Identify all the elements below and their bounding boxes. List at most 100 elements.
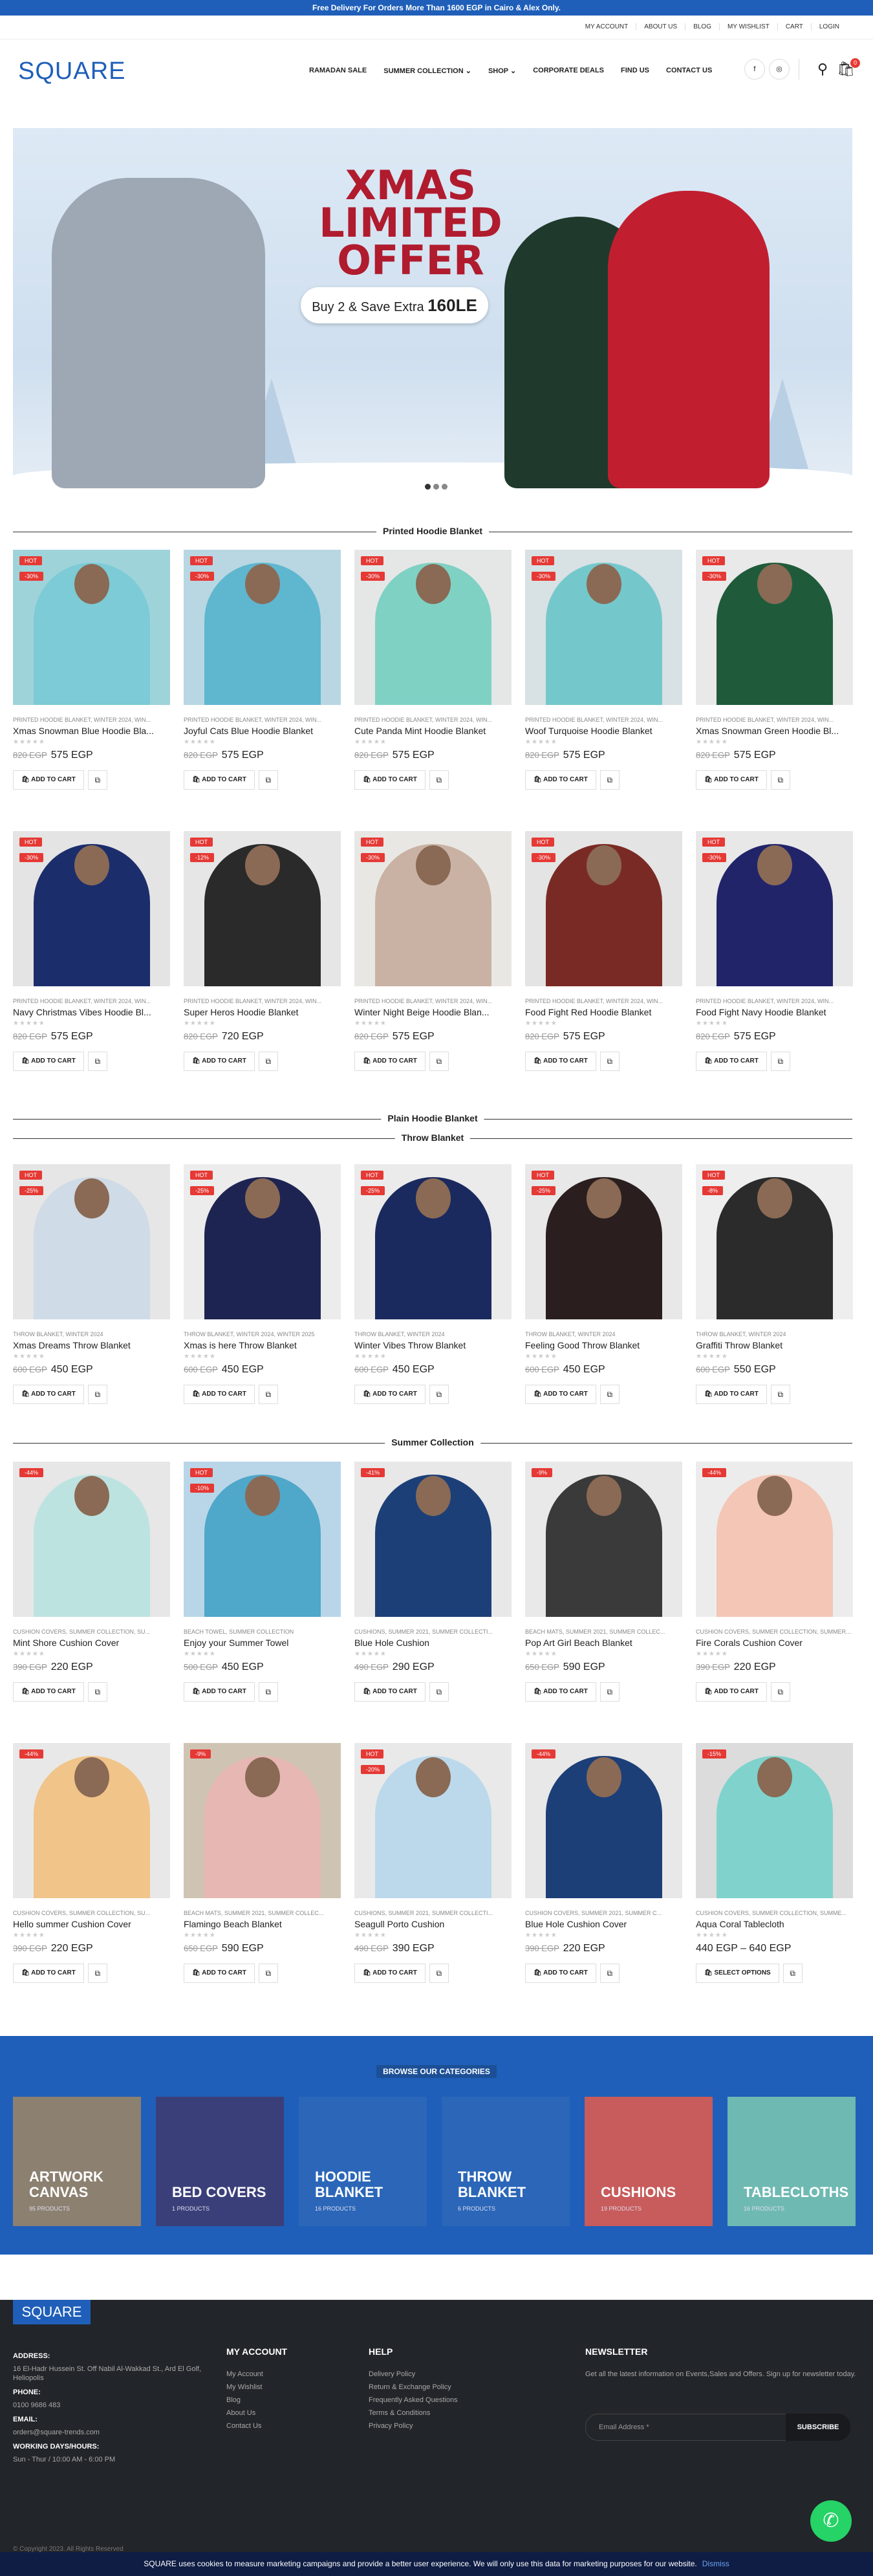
quick-view-icon[interactable]: ⧉ bbox=[599, 1385, 620, 1404]
product-name[interactable]: Food Fight Navy Hoodie Blanket bbox=[696, 1007, 853, 1017]
product-card[interactable]: HOT -30% PRINTED HOODIE BLANKET, WINTER 20… bbox=[13, 831, 170, 1071]
product-card[interactable]: HOT -8% THROW BLANKET, WINTER 2024 Graffiti… bbox=[696, 1164, 853, 1404]
footer-account-link[interactable]: My Wishlist bbox=[226, 2383, 356, 2392]
product-name[interactable]: Winter Night Beige Hoodie Blan... bbox=[354, 1007, 512, 1017]
footer-account-link[interactable]: About Us bbox=[226, 2408, 356, 2418]
product-categories[interactable]: PRINTED HOODIE BLANKET, WINTER 2024, WIN… bbox=[354, 998, 512, 1004]
category-tile[interactable]: TABLECLOTHS 16 PRODUCTS bbox=[727, 2097, 856, 2226]
product-name[interactable]: Blue Hole Cushion Cover bbox=[525, 1919, 682, 1929]
product-name[interactable]: Enjoy your Summer Towel bbox=[184, 1638, 341, 1648]
footer-help-link[interactable]: Terms & Conditions bbox=[369, 2408, 530, 2418]
slider-dot[interactable] bbox=[442, 484, 447, 490]
add-to-cart-button[interactable]: 🛍 ADD TO CART bbox=[13, 770, 84, 790]
cart-icon[interactable]: 🛍 0 bbox=[837, 58, 860, 78]
category-tile[interactable]: BED COVERS 1 PRODUCTS bbox=[156, 2097, 284, 2226]
product-categories[interactable]: PRINTED HOODIE BLANKET, WINTER 2024, WIN… bbox=[13, 717, 170, 723]
product-categories[interactable]: THROW BLANKET, WINTER 2024 bbox=[354, 1331, 512, 1337]
nav-item[interactable]: FIND US bbox=[621, 67, 649, 75]
product-name[interactable]: Hello summer Cushion Cover bbox=[13, 1919, 170, 1929]
category-tile[interactable]: THROW BLANKET 6 PRODUCTS bbox=[442, 2097, 570, 2226]
product-card[interactable]: HOT -30% PRINTED HOODIE BLANKET, WINTER 20… bbox=[525, 831, 682, 1071]
product-categories[interactable]: CUSHION COVERS, SUMMER 2021, SUMMER C... bbox=[525, 1910, 682, 1916]
quick-view-icon[interactable]: ⧉ bbox=[258, 1385, 278, 1404]
quick-view-icon[interactable]: ⧉ bbox=[599, 1682, 620, 1702]
facebook-icon[interactable]: f bbox=[744, 59, 765, 80]
product-card[interactable]: -44% CUSHION COVERS, SUMMER COLLECTION, S… bbox=[13, 1462, 170, 1702]
nav-item[interactable]: SUMMER COLLECTION ⌄ bbox=[383, 67, 471, 75]
product-image[interactable]: HOT -25% bbox=[13, 1164, 170, 1319]
product-name[interactable]: Fire Corals Cushion Cover bbox=[696, 1638, 853, 1648]
product-image[interactable]: HOT -30% bbox=[525, 550, 682, 705]
product-categories[interactable]: BEACH MATS, SUMMER 2021, SUMMER COLLEC..… bbox=[184, 1910, 341, 1916]
product-image[interactable]: -41% bbox=[354, 1462, 512, 1617]
quick-view-icon[interactable]: ⧉ bbox=[87, 1682, 107, 1702]
product-card[interactable]: HOT -12% PRINTED HOODIE BLANKET, WINTER 20… bbox=[184, 831, 341, 1071]
add-to-cart-button[interactable]: 🛍 ADD TO CART bbox=[525, 770, 596, 790]
add-to-cart-button[interactable]: 🛍 ADD TO CART bbox=[354, 1964, 426, 1983]
quick-view-icon[interactable]: ⧉ bbox=[599, 1964, 620, 1983]
footer-account-link[interactable]: Contact Us bbox=[226, 2421, 356, 2430]
product-name[interactable]: Winter Vibes Throw Blanket bbox=[354, 1340, 512, 1350]
product-categories[interactable]: BEACH TOWEL, SUMMER COLLECTION bbox=[184, 1629, 341, 1635]
product-categories[interactable]: THROW BLANKET, WINTER 2024 bbox=[525, 1331, 682, 1337]
product-name[interactable]: Navy Christmas Vibes Hoodie Bl... bbox=[13, 1007, 170, 1017]
quick-view-icon[interactable]: ⧉ bbox=[258, 770, 278, 790]
product-name[interactable]: Pop Art Girl Beach Blanket bbox=[525, 1638, 682, 1648]
footer-help-link[interactable]: Return & Exchange Policy bbox=[369, 2383, 530, 2392]
search-icon[interactable]: ⚲ bbox=[817, 61, 828, 78]
product-categories[interactable]: PRINTED HOODIE BLANKET, WINTER 2024, WIN… bbox=[184, 998, 341, 1004]
product-name[interactable]: Feeling Good Throw Blanket bbox=[525, 1340, 682, 1350]
product-card[interactable]: -9% BEACH MATS, SUMMER 2021, SUMMER COLLE… bbox=[525, 1462, 682, 1702]
add-to-cart-button[interactable]: 🛍 ADD TO CART bbox=[696, 770, 767, 790]
add-to-cart-button[interactable]: 🛍 ADD TO CART bbox=[354, 1385, 426, 1404]
product-categories[interactable]: PRINTED HOODIE BLANKET, WINTER 2024, WIN… bbox=[184, 717, 341, 723]
product-name[interactable]: Xmas Snowman Blue Hoodie Bla... bbox=[13, 726, 170, 736]
quick-view-icon[interactable]: ⧉ bbox=[87, 1385, 107, 1404]
product-categories[interactable]: PRINTED HOODIE BLANKET, WINTER 2024, WIN… bbox=[696, 998, 853, 1004]
quick-view-icon[interactable]: ⧉ bbox=[429, 1964, 449, 1983]
util-link[interactable]: ABOUT US bbox=[636, 23, 685, 30]
product-card[interactable]: HOT -10% BEACH TOWEL, SUMMER COLLECTION Enj… bbox=[184, 1462, 341, 1702]
add-to-cart-button[interactable]: 🛍 ADD TO CART bbox=[696, 1052, 767, 1071]
footer-account-link[interactable]: Blog bbox=[226, 2396, 356, 2405]
product-card[interactable]: HOT -20% CUSHIONS, SUMMER 2021, SUMMER COL… bbox=[354, 1743, 512, 1983]
product-categories[interactable]: CUSHION COVERS, SUMMER COLLECTION, SUMME… bbox=[696, 1910, 853, 1916]
product-categories[interactable]: BEACH MATS, SUMMER 2021, SUMMER COLLEC..… bbox=[525, 1629, 682, 1635]
slider-dot[interactable] bbox=[425, 484, 431, 490]
product-categories[interactable]: CUSHION COVERS, SUMMER COLLECTION, SU... bbox=[13, 1910, 170, 1916]
select-options-button[interactable]: 🛍 SELECT OPTIONS bbox=[696, 1964, 779, 1983]
product-card[interactable]: -44% CUSHION COVERS, SUMMER COLLECTION, S… bbox=[13, 1743, 170, 1983]
slider-dot[interactable] bbox=[433, 484, 439, 490]
product-categories[interactable]: PRINTED HOODIE BLANKET, WINTER 2024, WIN… bbox=[525, 998, 682, 1004]
product-name[interactable]: Flamingo Beach Blanket bbox=[184, 1919, 341, 1929]
util-link[interactable]: MY WISHLIST bbox=[719, 23, 777, 30]
product-image[interactable]: HOT -20% bbox=[354, 1743, 512, 1898]
product-name[interactable]: Xmas Dreams Throw Blanket bbox=[13, 1340, 170, 1350]
product-categories[interactable]: CUSHIONS, SUMMER 2021, SUMMER COLLECTI..… bbox=[354, 1629, 512, 1635]
product-name[interactable]: Super Heros Hoodie Blanket bbox=[184, 1007, 341, 1017]
quick-view-icon[interactable]: ⧉ bbox=[770, 1052, 790, 1071]
footer-logo[interactable]: SQUARE bbox=[13, 2300, 91, 2324]
product-image[interactable]: -9% bbox=[184, 1743, 341, 1898]
product-image[interactable]: HOT -25% bbox=[184, 1164, 341, 1319]
product-card[interactable]: HOT -30% PRINTED HOODIE BLANKET, WINTER 20… bbox=[13, 550, 170, 790]
product-image[interactable]: HOT -30% bbox=[13, 550, 170, 705]
product-image[interactable]: HOT -12% bbox=[184, 831, 341, 986]
site-logo[interactable]: SQUARE bbox=[18, 58, 125, 85]
product-card[interactable]: HOT -30% PRINTED HOODIE BLANKET, WINTER 20… bbox=[184, 550, 341, 790]
product-card[interactable]: HOT -30% PRINTED HOODIE BLANKET, WINTER 20… bbox=[354, 550, 512, 790]
quick-view-icon[interactable]: ⧉ bbox=[429, 1052, 449, 1071]
product-image[interactable]: -44% bbox=[13, 1462, 170, 1617]
nav-item[interactable]: SHOP ⌄ bbox=[488, 67, 516, 75]
product-categories[interactable]: CUSHION COVERS, SUMMER COLLECTION, SU... bbox=[13, 1629, 170, 1635]
add-to-cart-button[interactable]: 🛍 ADD TO CART bbox=[525, 1052, 596, 1071]
product-categories[interactable]: PRINTED HOODIE BLANKET, WINTER 2024, WIN… bbox=[13, 998, 170, 1004]
footer-help-link[interactable]: Frequently Asked Questions bbox=[369, 2396, 530, 2405]
add-to-cart-button[interactable]: 🛍 ADD TO CART bbox=[184, 1964, 255, 1983]
product-name[interactable]: Mint Shore Cushion Cover bbox=[13, 1638, 170, 1648]
product-card[interactable]: -44% CUSHION COVERS, SUMMER COLLECTION, S… bbox=[696, 1462, 853, 1702]
product-name[interactable]: Graffiti Throw Blanket bbox=[696, 1340, 853, 1350]
product-image[interactable]: HOT -30% bbox=[696, 550, 853, 705]
product-image[interactable]: -9% bbox=[525, 1462, 682, 1617]
product-name[interactable]: Woof Turquoise Hoodie Blanket bbox=[525, 726, 682, 736]
